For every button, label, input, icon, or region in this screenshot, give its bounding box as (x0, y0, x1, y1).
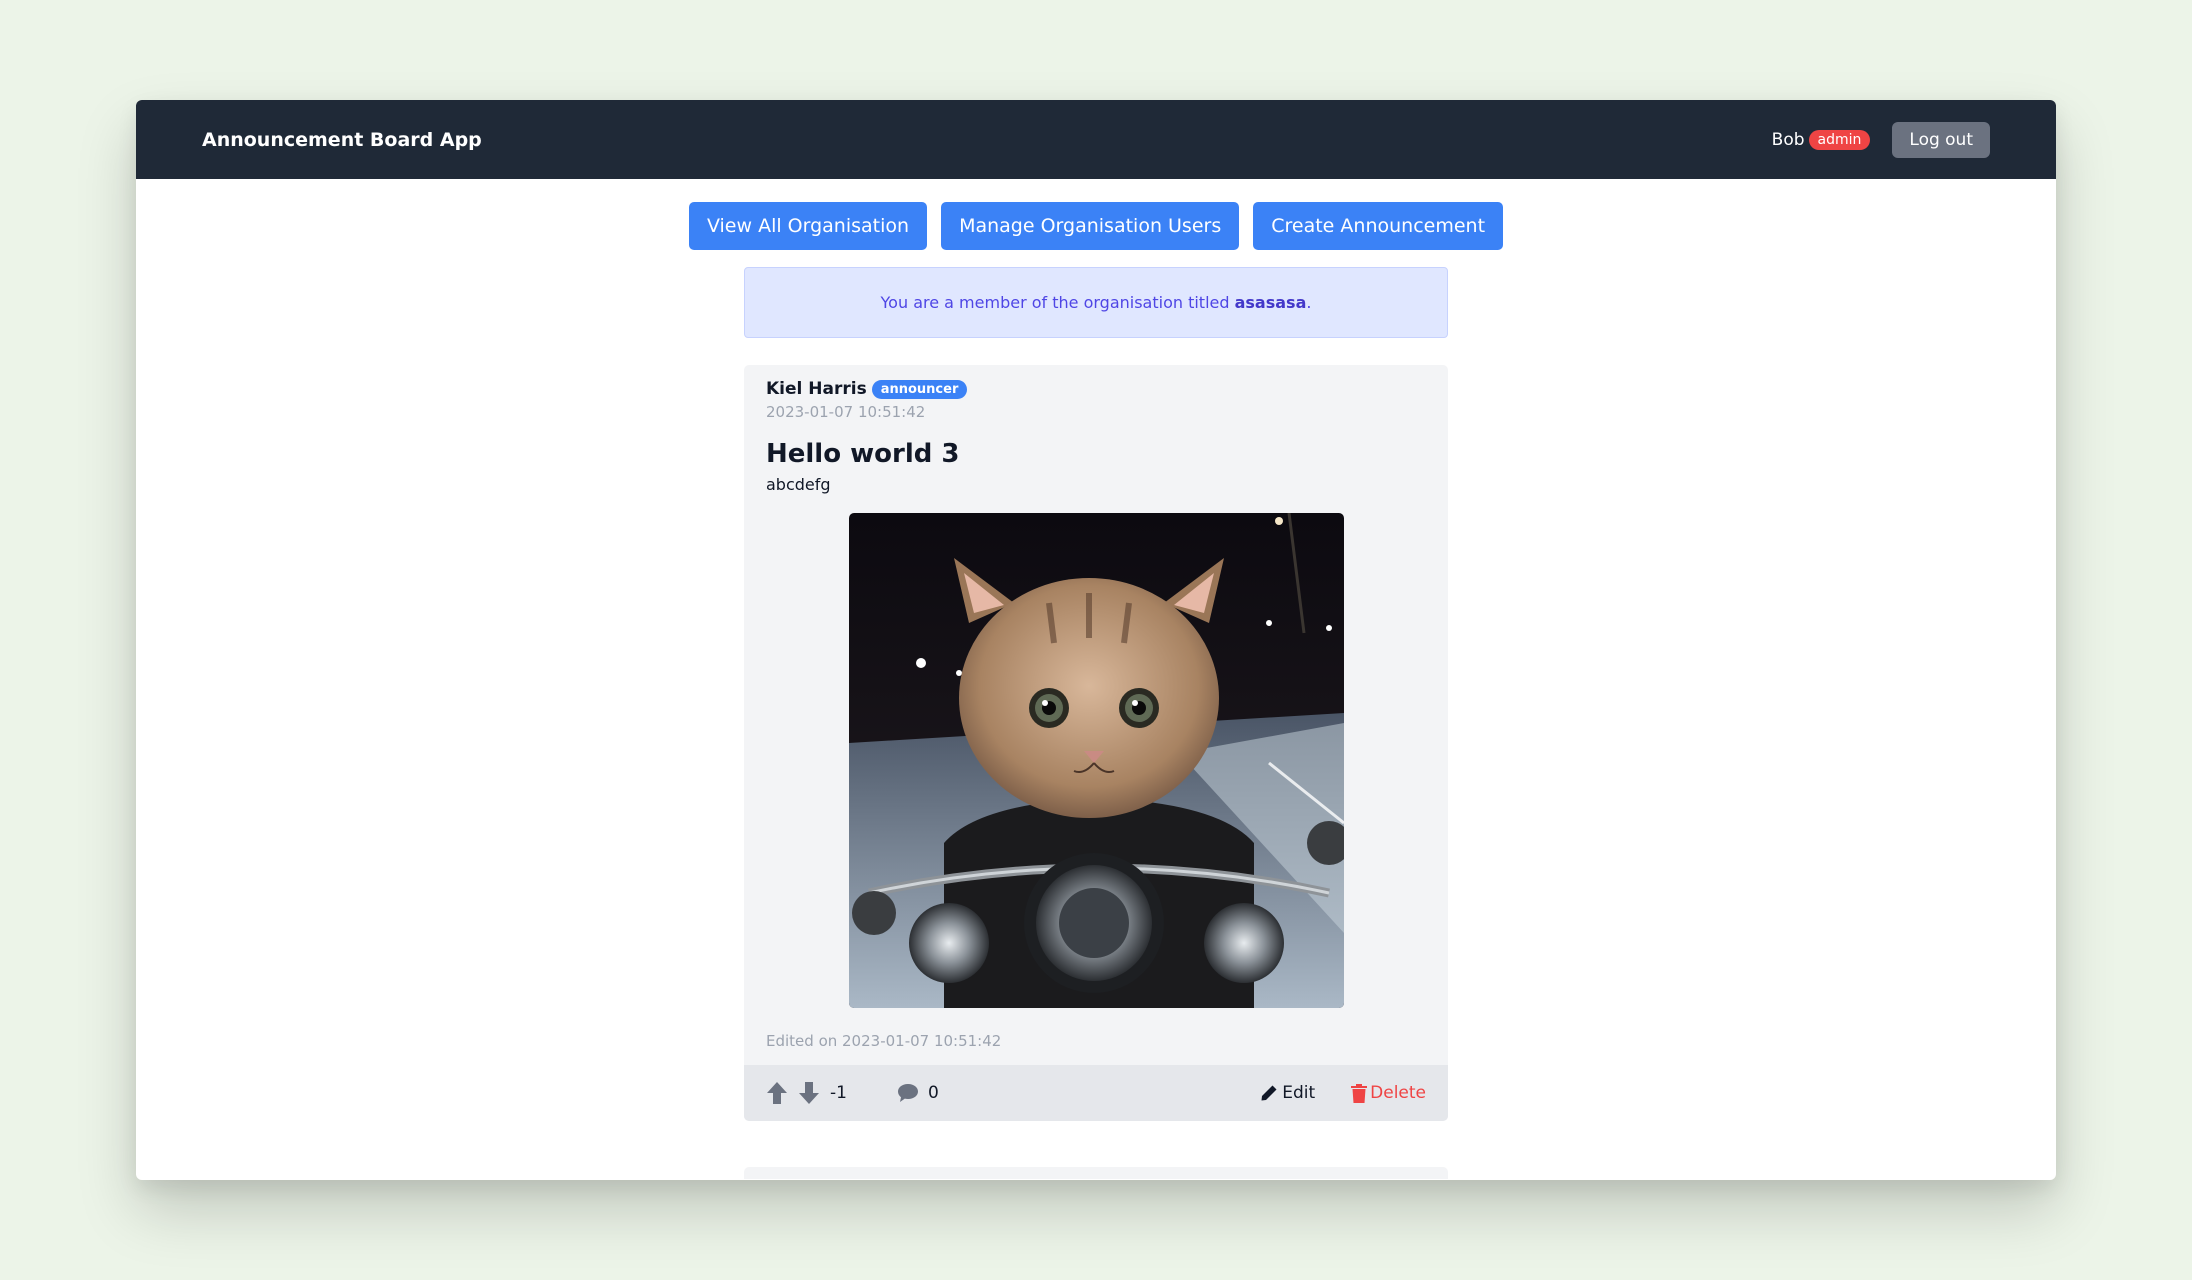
author-role-badge: announcer (871, 379, 968, 399)
post-body: abcdefg (766, 475, 831, 494)
delete-label: Delete (1370, 1083, 1426, 1103)
comment-count: 0 (927, 1083, 939, 1103)
arrow-up-icon[interactable] (766, 1081, 788, 1105)
pencil-icon (1261, 1085, 1277, 1101)
announcement-body: Kiel Harris announcer 2023-01-07 10:51:4… (744, 365, 1448, 1065)
announcement-card: Kiel Harris announcer 2023-01-07 10:51:4… (744, 365, 1448, 1121)
post-stats: -1 0 (766, 1081, 939, 1105)
announcement-footer: -1 0 Edit Delete (744, 1065, 1448, 1121)
author-line: Kiel Harris announcer (766, 379, 1426, 399)
notice-text: You are a member of the organisation tit… (881, 293, 1312, 312)
logout-button[interactable]: Log out (1892, 121, 1990, 158)
notice-prefix: You are a member of the organisation tit… (880, 293, 1235, 312)
post-image (848, 513, 1344, 1008)
organisation-name: asasasa (1234, 293, 1307, 312)
post-date: 2023-01-07 10:51:42 (766, 403, 926, 421)
manage-organisation-users-button[interactable]: Manage Organisation Users (941, 202, 1240, 250)
edit-label: Edit (1282, 1083, 1316, 1103)
membership-notice: You are a member of the organisation tit… (744, 267, 1448, 338)
edited-timestamp: Edited on 2023-01-07 10:51:42 (766, 1032, 1002, 1050)
trash-icon (1351, 1083, 1368, 1103)
author-name: Kiel Harris (766, 379, 867, 399)
app-brand[interactable]: Announcement Board App (202, 129, 482, 151)
user-role-badge: admin (1808, 129, 1871, 150)
app-window: Announcement Board App Bob admin Log out… (136, 100, 2056, 1180)
vote-count: -1 (830, 1083, 847, 1103)
post-title: Hello world 3 (766, 439, 960, 469)
user-menu: Bob admin Log out (1771, 121, 1990, 158)
arrow-down-icon[interactable] (798, 1081, 820, 1105)
notice-suffix: . (1306, 293, 1312, 312)
action-bar: View All Organisation Manage Organisatio… (136, 202, 2056, 250)
delete-button[interactable]: Delete (1351, 1083, 1426, 1103)
create-announcement-button[interactable]: Create Announcement (1253, 202, 1504, 250)
comments-button[interactable]: 0 (897, 1083, 939, 1103)
comment-icon (897, 1084, 918, 1102)
post-actions: Edit Delete (1260, 1083, 1426, 1103)
view-all-organisation-button[interactable]: View All Organisation (688, 202, 928, 250)
next-announcement-card (744, 1167, 1448, 1179)
navbar: Announcement Board App Bob admin Log out (136, 100, 2056, 179)
user-name: Bob (1771, 129, 1805, 150)
edit-button[interactable]: Edit (1260, 1083, 1315, 1103)
